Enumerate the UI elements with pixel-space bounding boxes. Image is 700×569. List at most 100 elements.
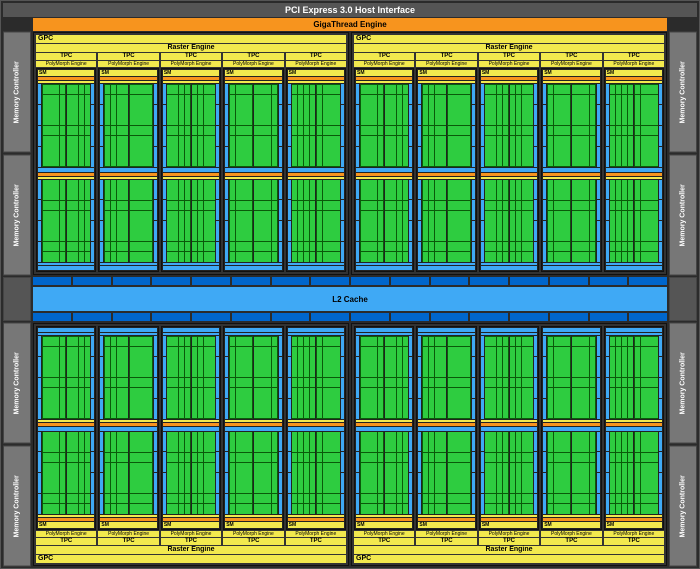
rop-row-bottom [33,313,667,321]
cuda-core-grid [360,84,384,167]
cuda-core-grid [360,180,384,263]
tpc: TPCPolyMorph EngineSM [161,53,221,272]
sm: SM [98,326,158,530]
l2-cache: L2 Cache [33,287,667,311]
cuda-core-grid [510,84,534,167]
tpc: TPCPolyMorph EngineSM [479,326,539,545]
memory-controller: Memory Controller [3,32,31,153]
memory-controller: Memory Controller [3,323,31,444]
cuda-core-grid [229,84,253,167]
bottom-row: Memory Controller Memory Controller GPCR… [3,323,697,566]
tpc: TPCPolyMorph EngineSM [223,53,283,272]
cuda-core-grid [67,432,91,515]
cuda-core-grid [167,336,191,419]
sm: SM [223,68,283,272]
tpc: TPCPolyMorph EngineSM [286,53,346,272]
cuda-core-grid [67,84,91,167]
cuda-core-grid [547,336,571,419]
sm: SM [416,68,476,272]
tpc: TPCPolyMorph EngineSM [416,53,476,272]
gigathread-engine: GigaThread Engine [33,18,667,31]
cuda-core-grid [485,84,509,167]
cuda-core-grid [447,432,471,515]
cuda-core-grid [42,84,66,167]
tpc: TPCPolyMorph EngineSM [36,326,96,545]
cuda-core-grid [547,432,571,515]
cuda-core-grid [229,336,253,419]
cuda-core-grid [385,180,409,263]
cuda-core-grid [292,180,316,263]
sm: SM [354,326,414,530]
cuda-core-grid [634,432,658,515]
core-area: Memory Controller Memory Controller GPCR… [3,32,697,566]
tpc: TPCPolyMorph EngineSM [604,326,664,545]
cuda-core-grid [610,432,634,515]
memory-controller: Memory Controller [669,32,697,153]
sm: SM [36,68,96,272]
cuda-core-grid [292,84,316,167]
cuda-core-grid [610,84,634,167]
sm: SM [223,326,283,530]
cuda-core-grid [634,336,658,419]
cuda-core-grid [192,336,216,419]
cuda-core-grid [634,84,658,167]
tpc: TPCPolyMorph EngineSM [286,326,346,545]
sm: SM [541,68,601,272]
l2-row: L2 Cache [3,277,697,321]
cuda-core-grid [547,84,571,167]
sm: SM [416,326,476,530]
mc-col-left: Memory Controller Memory Controller [3,32,31,275]
gpu-diagram: PCI Express 3.0 Host Interface GigaThrea… [0,0,700,569]
cuda-core-grid [316,336,340,419]
cuda-core-grid [572,84,596,167]
raster-engine: Raster Engine [36,44,346,52]
gpc: GPCRaster EngineTPCPolyMorph EngineSMTPC… [33,323,349,566]
tpc: TPCPolyMorph EngineSM [416,326,476,545]
cuda-core-grid [447,180,471,263]
cuda-core-grid [572,180,596,263]
cuda-core-grid [42,336,66,419]
cuda-core-grid [129,432,153,515]
memory-controller: Memory Controller [3,446,31,567]
cuda-core-grid [254,84,278,167]
cuda-core-grid [485,180,509,263]
cuda-core-grid [610,336,634,419]
cuda-core-grid [104,84,128,167]
sm: SM [286,68,346,272]
cuda-core-grid [229,180,253,263]
cuda-core-grid [385,336,409,419]
cuda-core-grid [129,336,153,419]
cuda-core-grid [316,84,340,167]
sm: SM [161,326,221,530]
cuda-core-grid [254,336,278,419]
raster-engine: Raster Engine [36,546,346,554]
cuda-core-grid [42,180,66,263]
sm: SM [479,326,539,530]
cuda-core-grid [167,84,191,167]
cuda-core-grid [510,432,534,515]
cuda-core-grid [510,336,534,419]
rop-row-top [33,277,667,285]
gpc: GPCRaster EngineTPCPolyMorph EngineSMTPC… [351,32,667,275]
memory-controller: Memory Controller [669,323,697,444]
cuda-core-grid [360,432,384,515]
tpc: TPCPolyMorph EngineSM [604,53,664,272]
cuda-core-grid [422,84,446,167]
cuda-core-grid [292,336,316,419]
cuda-core-grid [610,180,634,263]
gpc: GPCRaster EngineTPCPolyMorph EngineSMTPC… [33,32,349,275]
tpc: TPCPolyMorph EngineSM [98,326,158,545]
tpc: TPCPolyMorph EngineSM [354,53,414,272]
cuda-core-grid [447,84,471,167]
cuda-core-grid [104,432,128,515]
cuda-core-grid [447,336,471,419]
sm: SM [286,326,346,530]
sm: SM [604,326,664,530]
cuda-core-grid [129,180,153,263]
cuda-core-grid [547,180,571,263]
sm: SM [98,68,158,272]
cuda-core-grid [360,336,384,419]
tpc: TPCPolyMorph EngineSM [541,53,601,272]
cuda-core-grid [316,180,340,263]
cuda-core-grid [422,432,446,515]
